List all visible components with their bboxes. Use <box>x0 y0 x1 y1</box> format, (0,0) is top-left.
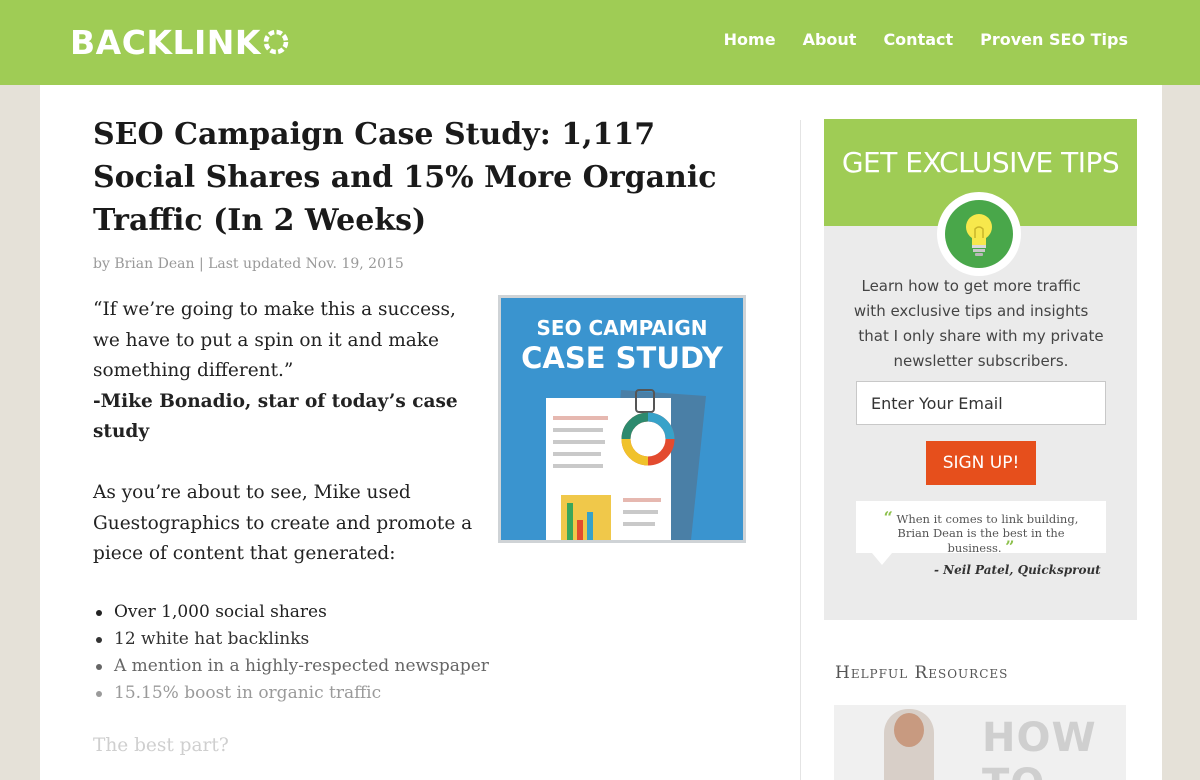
nav-home[interactable]: Home <box>724 30 776 49</box>
results-list: Over 1,000 social shares 12 white hat ba… <box>93 599 513 707</box>
main-nav: Home About Contact Proven SEO Tips <box>724 30 1128 49</box>
list-item: Over 1,000 social shares <box>93 599 513 626</box>
nav-about[interactable]: About <box>803 30 857 49</box>
optin-widget: GET EXCLUSIVE TIPS Learn how to get more… <box>824 119 1137 620</box>
optin-title: GET EXCLUSIVE TIPS <box>841 146 1120 179</box>
person-head <box>894 713 924 747</box>
author-link[interactable]: Brian Dean <box>114 256 194 272</box>
byline: by Brian Dean | Last updated Nov. 19, 20… <box>93 256 763 272</box>
lightbulb-badge <box>937 192 1021 276</box>
logo-text: BACKLINK <box>70 22 261 62</box>
resources-heading: Helpful Resources <box>835 663 1009 683</box>
email-field[interactable] <box>856 381 1106 425</box>
quote-attribution: -Mike Bonadio, star of today’s case stud… <box>93 390 458 443</box>
case-study-image: SEO CAMPAIGN CASE STUDY <box>498 295 746 543</box>
intro-quote: “If we’re going to make this a success, … <box>93 295 473 448</box>
signup-button[interactable]: SIGN UP! <box>926 441 1036 485</box>
best-part-text: The best part? <box>93 735 229 756</box>
optin-description: Learn how to get more traffic with exclu… <box>853 277 1109 370</box>
document-illustration <box>546 389 706 540</box>
last-updated: | Last updated Nov. 19, 2015 <box>198 256 404 272</box>
page-container: SEO Campaign Case Study: 1,117 Social Sh… <box>40 85 1162 780</box>
article-title: SEO Campaign Case Study: 1,117 Social Sh… <box>93 117 717 238</box>
resource-image-text: HOW TO <box>982 715 1097 780</box>
list-item: 12 white hat backlinks <box>93 626 513 653</box>
backlinko-logo[interactable]: BACKLINK <box>70 22 289 62</box>
lightbulb-icon <box>966 214 992 256</box>
quote-text: “If we’re going to make this a success, … <box>93 299 456 381</box>
intro-paragraph: As you’re about to see, Mike used Guesto… <box>93 482 473 564</box>
testimonial-author: - Neil Patel, Quicksprout <box>934 563 1101 577</box>
nav-proven-seo-tips[interactable]: Proven SEO Tips <box>980 30 1128 49</box>
top-bar: BACKLINK Home About Contact Proven SEO T… <box>0 0 1200 85</box>
byline-prefix: by <box>93 256 110 272</box>
nav-contact[interactable]: Contact <box>883 30 953 49</box>
quote-open-icon: “ <box>883 508 893 527</box>
quote-close-icon: ” <box>1005 537 1015 556</box>
article-header: SEO Campaign Case Study: 1,117 Social Sh… <box>93 113 763 272</box>
testimonial-box: “ When it comes to link building, Brian … <box>856 501 1106 556</box>
column-divider <box>800 120 801 780</box>
logo-o-icon <box>263 29 289 55</box>
list-item: 15.15% boost in organic traffic <box>93 680 513 707</box>
testimonial-text: When it comes to link building, Brian De… <box>896 512 1079 555</box>
list-item: A mention in a highly-respected newspape… <box>93 653 513 680</box>
testimonial-tail <box>872 553 892 565</box>
resource-thumbnail[interactable]: HOW TO <box>834 705 1126 780</box>
